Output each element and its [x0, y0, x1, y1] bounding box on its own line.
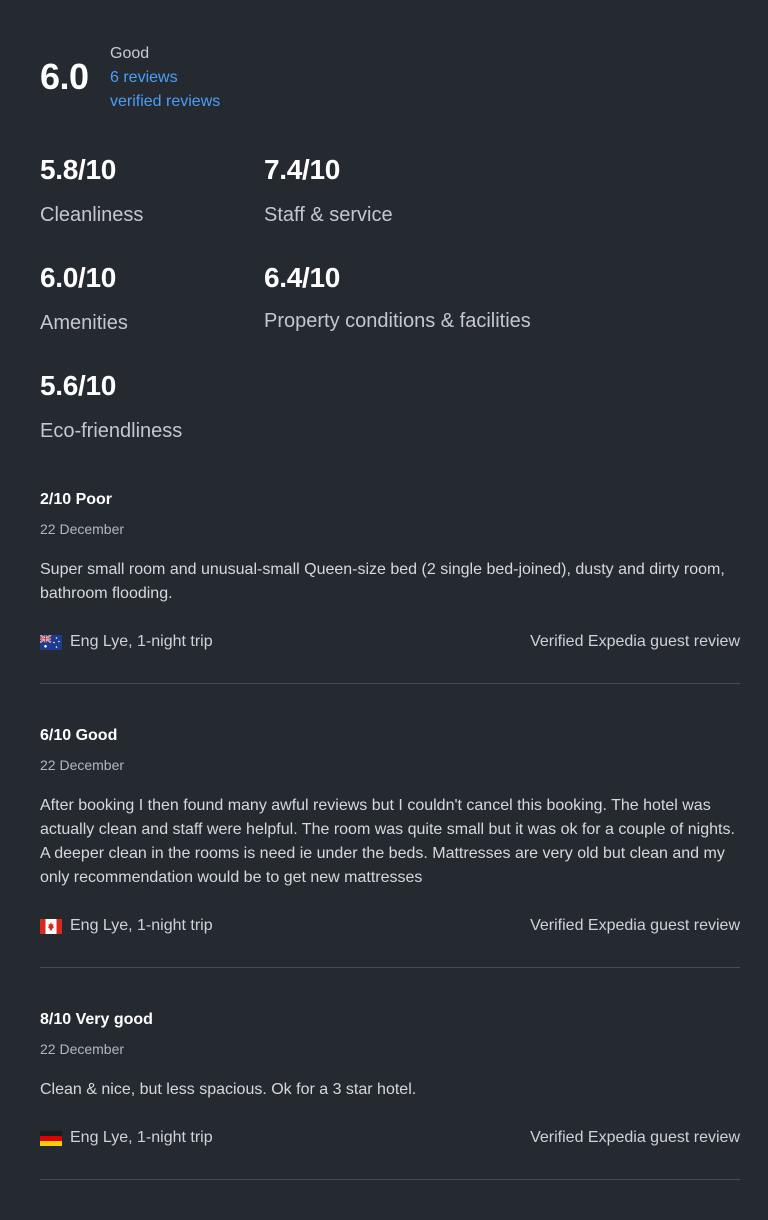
rating-cleanliness: 5.8/10 Cleanliness [40, 153, 143, 227]
review-author: Eng Lye, 1-night trip [40, 914, 213, 938]
review-author: Eng Lye, 1-night trip [40, 630, 213, 654]
review-text: After booking I then found many awful re… [40, 797, 735, 886]
review-title: 8/10 Very good [40, 1011, 153, 1028]
rating-name: Cleanliness [40, 204, 144, 226]
verified-reviews-link[interactable]: verified reviews [110, 90, 220, 114]
canada-flag-icon [40, 918, 62, 934]
review-date: 22 December [40, 757, 125, 773]
review-footer: Eng Lye, 1-night trip Verified Expedia g… [40, 914, 740, 938]
rating-value: 6.0/10 [40, 262, 117, 293]
review-author-text: Eng Lye, 1-night trip [70, 1129, 213, 1146]
review-card: 2/10 Poor 22 December Super small room a… [40, 490, 740, 654]
review-title: 6/10 Good [40, 727, 118, 744]
rating-name: Amenities [40, 312, 128, 334]
verified-badge: Verified Expedia guest review [530, 633, 740, 650]
divider [40, 683, 740, 684]
overall-score: 6.0 [40, 56, 89, 97]
rating-value: 7.4/10 [264, 154, 341, 185]
review-author: Eng Lye, 1-night trip [40, 1126, 213, 1150]
verified-badge: Verified Expedia guest review [530, 1129, 740, 1146]
rating-value: 5.8/10 [40, 154, 117, 185]
rating-property-conditions: 6.4/10 Property conditions & facilities [264, 261, 531, 333]
reviews-count-link[interactable]: 6 reviews [110, 66, 220, 90]
review-text: Super small room and unusual-small Queen… [40, 561, 725, 602]
verified-badge: Verified Expedia guest review [530, 917, 740, 934]
divider [40, 967, 740, 968]
review-author-text: Eng Lye, 1-night trip [70, 633, 213, 650]
review-text: Clean & nice, but less spacious. Ok for … [40, 1081, 417, 1098]
review-card: 6/10 Good 22 December After booking I th… [40, 726, 740, 938]
overall-label: Good [110, 45, 150, 62]
rating-eco-friendliness: 5.6/10 Eco-friendliness [40, 369, 182, 443]
rating-name: Staff & service [264, 204, 393, 226]
rating-value: 5.6/10 [40, 370, 117, 401]
review-author-text: Eng Lye, 1-night trip [70, 917, 213, 934]
rating-name: Property conditions & facilities [264, 310, 531, 332]
rating-name: Eco-friendliness [40, 420, 183, 442]
rating-amenities: 6.0/10 Amenities [40, 261, 128, 335]
review-footer: Eng Lye, 1-night trip Verified Expedia g… [40, 1126, 740, 1150]
germany-flag-icon [40, 1130, 62, 1146]
overall-rating: 6.0 Good 6 reviews verified reviews [40, 42, 440, 112]
review-title: 2/10 Poor [40, 491, 113, 508]
review-date: 22 December [40, 1041, 125, 1057]
review-date: 22 December [40, 521, 125, 537]
overall-meta: Good 6 reviews verified reviews [110, 42, 220, 114]
review-footer: Eng Lye, 1-night trip Verified Expedia g… [40, 630, 740, 654]
rating-staff-service: 7.4/10 Staff & service [264, 153, 393, 227]
divider [40, 1179, 740, 1180]
review-card: 8/10 Very good 22 December Clean & nice,… [40, 1010, 740, 1150]
australia-flag-icon [40, 634, 62, 650]
rating-value: 6.4/10 [264, 262, 341, 293]
